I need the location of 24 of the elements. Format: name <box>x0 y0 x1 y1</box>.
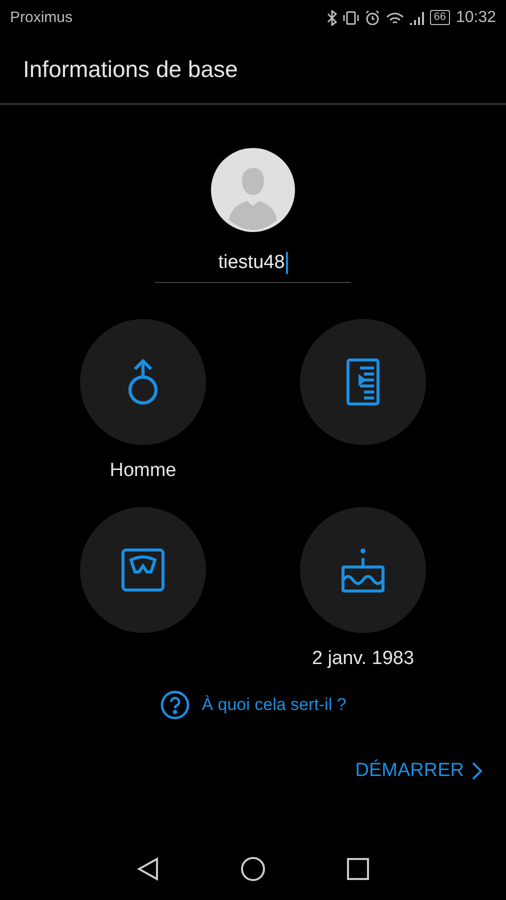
home-icon[interactable] <box>241 857 265 881</box>
cake-icon <box>339 546 387 594</box>
bluetooth-icon <box>326 10 337 26</box>
alarm-icon <box>364 10 380 25</box>
clock-time: 10:32 <box>456 8 496 26</box>
help-icon <box>160 690 190 720</box>
scale-icon <box>121 548 165 592</box>
start-button[interactable]: DÉMARRER <box>355 760 482 782</box>
male-symbol-icon <box>126 358 160 406</box>
back-icon[interactable] <box>137 857 159 881</box>
chevron-right-icon <box>472 762 482 780</box>
signal-icon <box>410 10 424 24</box>
carrier-name: Proximus <box>10 9 74 26</box>
screen-title: Informations de base <box>23 56 238 82</box>
ruler-icon <box>346 358 380 406</box>
username-field[interactable]: tiestu48 <box>155 244 351 283</box>
help-link[interactable]: À quoi cela sert-il ? <box>160 690 346 720</box>
vibrate-icon <box>342 10 359 24</box>
battery-level: 66 <box>430 10 450 25</box>
wifi-icon <box>386 12 404 24</box>
avatar-icon[interactable] <box>211 148 295 232</box>
birthday-value: 2 janv. 1983 <box>312 648 414 670</box>
gender-value: Homme <box>110 460 176 482</box>
recents-icon[interactable] <box>347 858 369 880</box>
